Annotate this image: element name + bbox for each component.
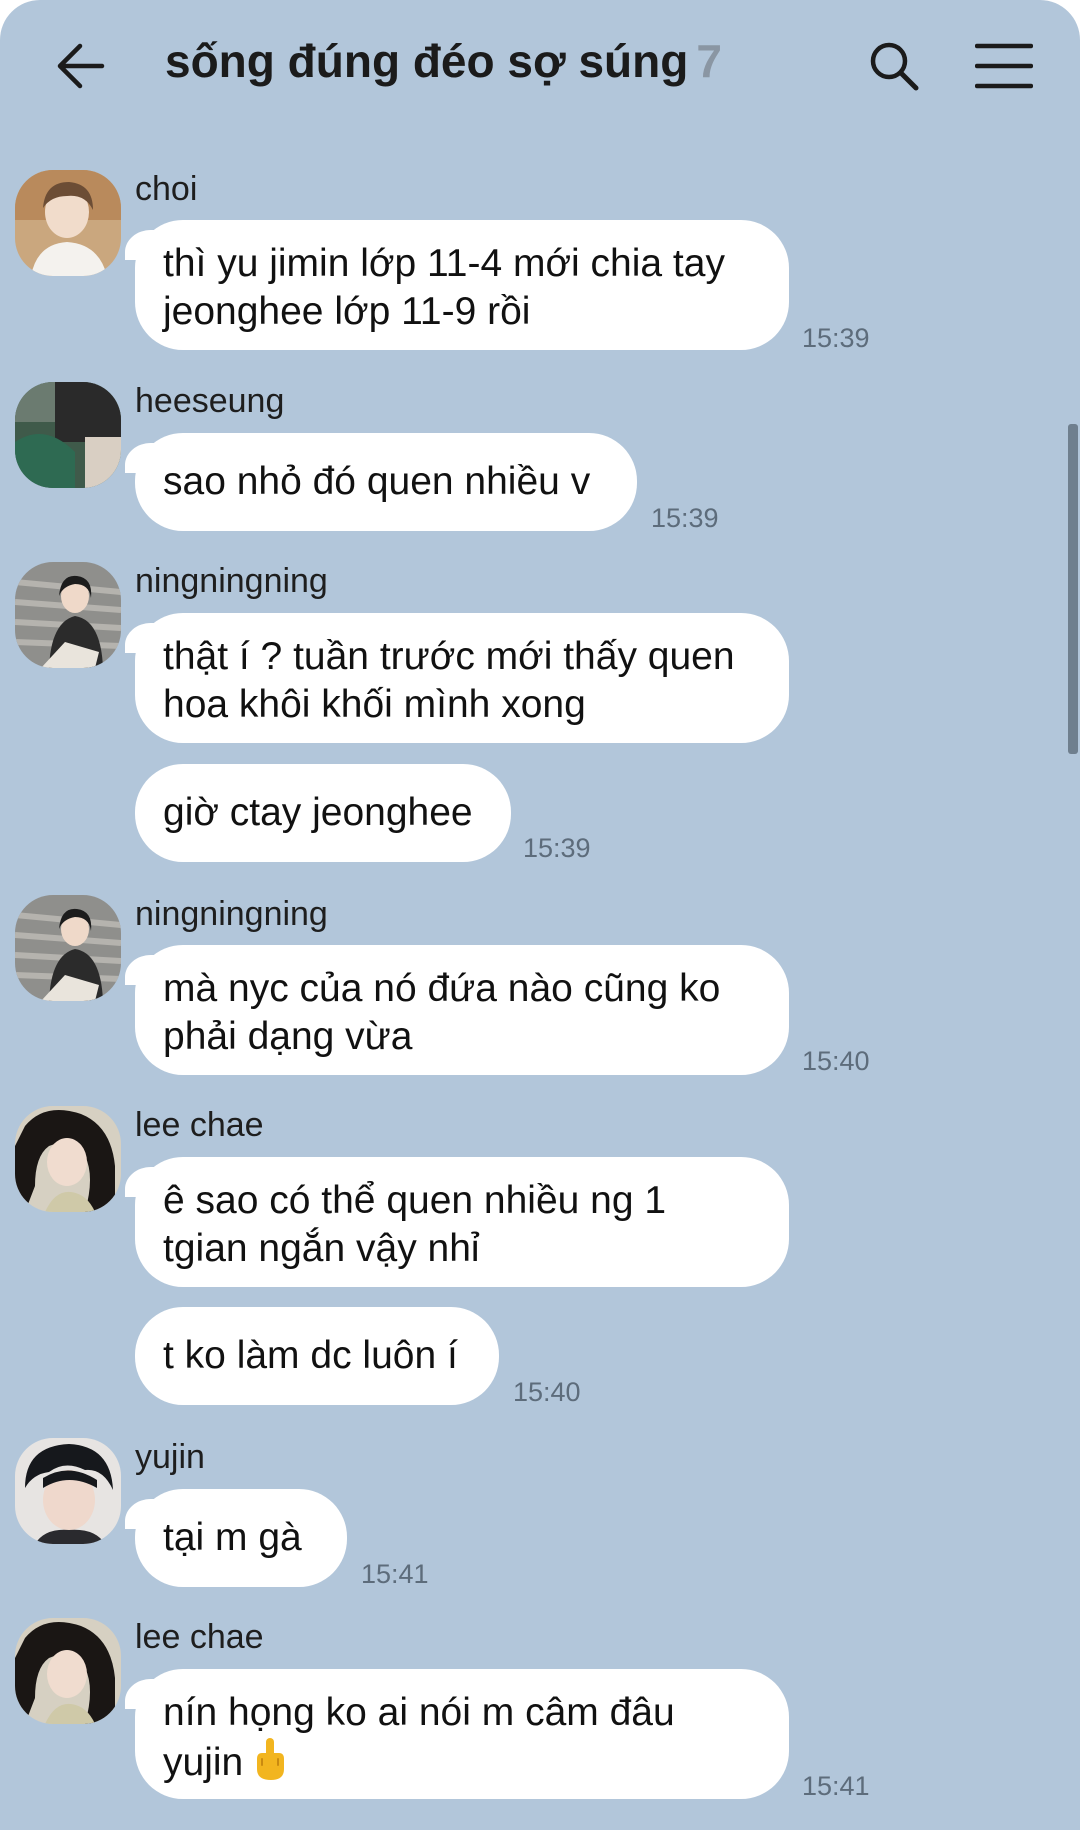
chat-screen: sống đúng đéo sợ súng 7 choi thì yu jimin… xyxy=(0,0,1080,1830)
message-text: nín họng ko ai nói m câm đâu xyxy=(163,1691,675,1734)
avatar-heeseung[interactable] xyxy=(15,382,121,488)
chat-header: sống đúng đéo sợ súng 7 xyxy=(0,0,1080,135)
message-bubble[interactable]: mà nyc của nó đứa nào cũng ko phải dạng … xyxy=(125,945,789,1075)
member-count: 7 xyxy=(696,35,722,87)
message-text: ê sao có thể quen nhiều ng 1 xyxy=(163,1179,667,1222)
sender-name: yujin xyxy=(135,1438,205,1476)
sender-name: lee chae xyxy=(135,1106,264,1144)
message-bubble[interactable]: nín họng ko ai nói m câm đâu yujin xyxy=(125,1669,789,1799)
message-text: thật í ? tuần trước mới thấy quen xyxy=(163,635,735,678)
message-time: 15:39 xyxy=(802,323,870,353)
message-text: tại m gà xyxy=(163,1516,302,1559)
message-text: phải dạng vừa xyxy=(163,1015,413,1058)
message-time: 15:41 xyxy=(802,1771,870,1801)
avatar-lee-chae[interactable] xyxy=(15,1106,121,1212)
sender-name: ningningning xyxy=(135,562,328,600)
message-bubble[interactable]: sao nhỏ đó quen nhiều v xyxy=(125,433,637,531)
message-text: jeonghee lớp 11-9 rồi xyxy=(163,290,531,333)
message-time: 15:40 xyxy=(802,1046,870,1076)
message-text: sao nhỏ đó quen nhiều v xyxy=(163,460,591,503)
message-text: t ko làm dc luôn í xyxy=(163,1334,458,1377)
avatar-ningningning[interactable] xyxy=(15,562,121,668)
message-bubble[interactable]: ê sao có thể quen nhiều ng 1 tgian ngắn … xyxy=(125,1157,789,1287)
message-text: tgian ngắn vậy nhỉ xyxy=(163,1227,480,1270)
message-text: thì yu jimin lớp 11-4 mới chia tay xyxy=(163,242,725,285)
avatar-lee-chae[interactable] xyxy=(15,1618,121,1724)
chat-title[interactable]: sống đúng đéo sợ súng 7 xyxy=(165,34,722,88)
message-text: hoa khôi khối mình xong xyxy=(163,683,586,726)
sender-name: heeseung xyxy=(135,382,285,420)
avatar-choi[interactable] xyxy=(15,170,121,276)
message-time: 15:41 xyxy=(361,1559,429,1589)
avatar-yujin[interactable] xyxy=(15,1438,121,1544)
scrollbar[interactable] xyxy=(1068,424,1078,754)
arrow-left-icon[interactable] xyxy=(52,38,108,94)
sender-name: choi xyxy=(135,170,198,208)
message-bubble[interactable]: t ko làm dc luôn í xyxy=(135,1307,499,1405)
hamburger-menu-icon[interactable] xyxy=(975,40,1033,92)
sender-name: lee chae xyxy=(135,1618,264,1656)
message-text: giờ ctay jeonghee xyxy=(163,791,473,834)
message-bubble[interactable]: giờ ctay jeonghee xyxy=(135,764,511,862)
middle-finger-emoji xyxy=(257,1738,285,1780)
message-text: yujin xyxy=(163,1741,244,1784)
message-text: mà nyc của nó đứa nào cũng ko xyxy=(163,967,721,1010)
message-bubble[interactable]: thì yu jimin lớp 11-4 mới chia tay jeong… xyxy=(125,220,789,350)
message-time: 15:39 xyxy=(523,833,591,863)
sender-name: ningningning xyxy=(135,895,328,933)
message-time: 15:40 xyxy=(513,1377,581,1407)
message-bubble[interactable]: tại m gà xyxy=(125,1489,347,1587)
message-bubble[interactable]: thật í ? tuần trước mới thấy quen hoa kh… xyxy=(125,613,789,743)
search-icon[interactable] xyxy=(866,38,922,94)
avatar-ningningning[interactable] xyxy=(15,895,121,1001)
message-time: 15:39 xyxy=(651,503,719,533)
chat-title-text: sống đúng đéo sợ súng xyxy=(165,35,689,87)
